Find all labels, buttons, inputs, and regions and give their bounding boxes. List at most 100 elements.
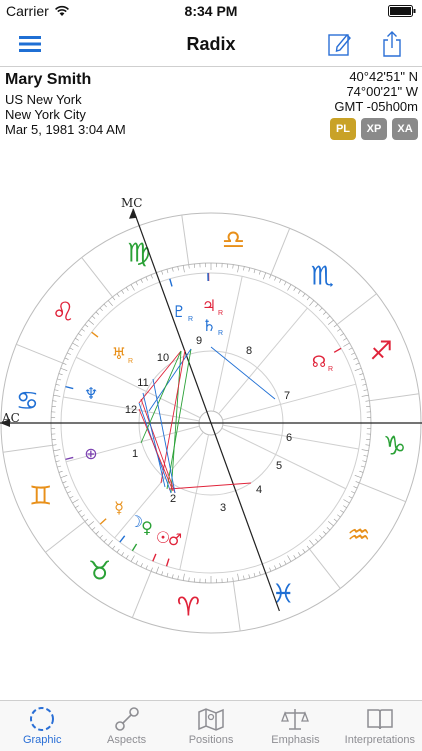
degree-tick	[307, 297, 309, 300]
sign-gemini-glyph: ♊	[29, 481, 52, 511]
tab-positions[interactable]: Positions	[169, 701, 253, 751]
planet-tick	[167, 559, 169, 567]
degree-tick	[82, 515, 85, 517]
tab-aspects[interactable]: Aspects	[84, 701, 168, 751]
degree-tick	[88, 320, 93, 324]
degree-tick	[63, 481, 67, 482]
degree-tick	[274, 566, 276, 570]
latitude: 40°42'51" N	[349, 69, 418, 84]
degree-tick	[53, 395, 60, 396]
edit-button[interactable]	[324, 28, 356, 60]
degree-tick	[337, 329, 340, 331]
chart-info-panel: Mary Smith US New York New York City Mar…	[0, 67, 422, 147]
tab-bar: Graphic Aspects Positions	[0, 700, 422, 751]
degree-tick	[259, 571, 260, 575]
menu-button[interactable]	[14, 28, 46, 60]
degree-tick	[328, 521, 333, 525]
planet-tick	[132, 544, 136, 551]
degree-tick	[146, 277, 148, 281]
retrograde-mark: R	[328, 366, 333, 373]
degree-tick	[274, 277, 276, 281]
tab-graphic[interactable]: Graphic	[0, 701, 84, 751]
degree-tick	[70, 348, 74, 350]
degree-tick	[365, 401, 369, 402]
degree-tick	[70, 496, 74, 498]
retrograde-mark: R	[128, 358, 133, 365]
degree-tick	[279, 279, 281, 283]
tab-emphasis[interactable]: Emphasis	[253, 701, 337, 751]
chart-wheel[interactable]: ♎♍♌♋♊♉♈♓♒♑♐♏123456789101112MCAC♇R♃R♄R♅R☊…	[0, 148, 422, 700]
degree-tick	[309, 300, 313, 305]
planet-tick	[153, 554, 156, 561]
degree-tick	[303, 549, 305, 552]
degree-tick	[151, 568, 152, 572]
book-icon	[366, 706, 394, 732]
degree-tick	[315, 539, 318, 542]
person-name: Mary Smith	[5, 71, 91, 89]
degree-tick	[294, 287, 296, 290]
degree-tick	[178, 266, 179, 270]
degree-tick	[354, 486, 358, 488]
tab-positions-label: Positions	[189, 734, 234, 746]
house-number-5: 5	[276, 460, 282, 472]
mc-label: MC	[121, 196, 142, 210]
degree-tick	[349, 496, 353, 498]
degree-tick	[362, 395, 369, 396]
degree-tick	[85, 324, 88, 326]
sign-divider	[310, 549, 341, 588]
radix-chart[interactable]: ♎♍♌♋♊♉♈♓♒♑♐♏123456789101112MCAC♇R♃R♄R♅R☊…	[0, 148, 422, 700]
degree-tick	[254, 573, 255, 577]
degree-tick	[323, 312, 326, 315]
house-number-7: 7	[284, 390, 290, 402]
degree-tick	[334, 519, 337, 521]
degree-tick	[294, 555, 296, 558]
share-icon	[380, 30, 404, 58]
degree-tick	[141, 279, 143, 283]
sign-libra-glyph: ♎	[222, 225, 245, 255]
degree-tick	[65, 486, 69, 488]
degree-tick	[288, 284, 292, 290]
degree-tick	[284, 561, 286, 565]
sign-divider	[359, 483, 405, 502]
degree-tick	[249, 574, 250, 578]
chip-pl[interactable]: PL	[330, 118, 356, 140]
tab-graphic-label: Graphic	[23, 734, 62, 746]
degree-tick	[78, 510, 81, 512]
chip-xa[interactable]: XA	[392, 118, 418, 140]
degree-tick	[63, 363, 67, 364]
planet-venus-glyph: ♀	[141, 518, 153, 537]
sign-aquarius-glyph: ♒	[347, 520, 370, 550]
degree-tick	[298, 552, 300, 555]
degree-tick	[172, 268, 173, 272]
degree-tick	[189, 577, 190, 581]
share-button[interactable]	[376, 28, 408, 60]
sign-virgo-glyph: ♍	[127, 239, 150, 269]
status-bar: Carrier 8:34 PM	[0, 0, 422, 22]
chip-xp[interactable]: XP	[361, 118, 387, 140]
degree-tick	[100, 308, 103, 311]
degree-tick	[61, 368, 68, 370]
degree-tick	[319, 535, 322, 538]
house-cusp-line	[222, 428, 346, 488]
degree-tick	[131, 284, 135, 290]
degree-tick	[343, 338, 346, 340]
planet-tick	[120, 536, 125, 542]
degree-tick	[344, 343, 350, 347]
sign-divider	[182, 215, 189, 265]
tab-interpretations[interactable]: Interpretations	[338, 701, 422, 751]
circle-dashed-icon	[29, 706, 55, 732]
degree-tick	[288, 556, 292, 562]
degree-tick	[59, 471, 63, 472]
map-icon	[197, 706, 225, 732]
sign-divider	[369, 394, 419, 401]
degree-tick	[96, 312, 99, 315]
degree-tick	[167, 573, 168, 577]
sign-divider	[271, 228, 290, 274]
sign-divider	[46, 522, 85, 553]
battery-icon	[388, 5, 416, 17]
aspects-icon	[114, 706, 140, 732]
degree-tick	[362, 461, 366, 462]
tab-interpretations-label: Interpretations	[345, 734, 415, 746]
degree-tick	[349, 348, 353, 350]
degree-tick	[53, 450, 60, 451]
